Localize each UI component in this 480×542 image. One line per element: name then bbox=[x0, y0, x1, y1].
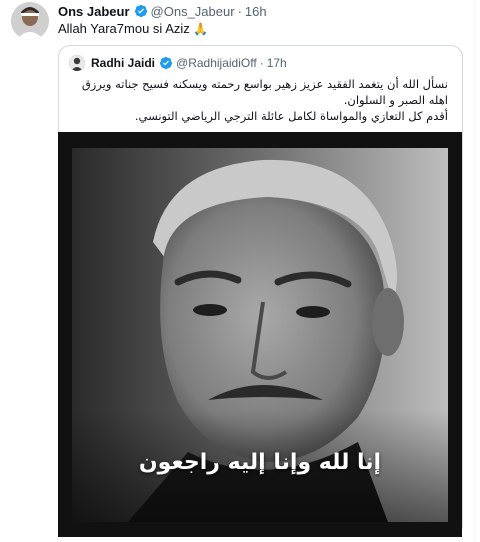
folded-hands-emoji: 🙏 bbox=[193, 22, 209, 36]
quoted-tweet-text: نسأل الله أن يتغمد الفقيد عزيز زهير بواس… bbox=[68, 76, 448, 124]
quoted-separator-dot: · bbox=[259, 56, 264, 70]
author-name[interactable]: Ons Jabeur bbox=[58, 4, 130, 19]
author-handle[interactable]: @Ons_Jabeur bbox=[151, 4, 235, 19]
quoted-verified-badge-icon bbox=[159, 56, 173, 70]
quoted-tweet-photo[interactable]: إنا لله وإنا إليه راجعون bbox=[58, 132, 462, 537]
tweet-header: Ons Jabeur @Ons_Jabeur · 16h bbox=[58, 2, 267, 20]
quoted-text-line-3: أقدم كل التعازي والمواساة لكامل عائلة ال… bbox=[134, 109, 448, 123]
quoted-author-name: Radhi Jaidi bbox=[91, 56, 156, 70]
tweet-text: Allah Yara7mou si Aziz 🙏 bbox=[58, 21, 208, 36]
portrait-photo bbox=[72, 148, 448, 522]
quoted-text-line-2: اهله الصبر و السلوان. bbox=[343, 93, 448, 107]
avatar-image bbox=[11, 2, 49, 40]
verified-badge-icon bbox=[134, 4, 147, 18]
tweet-time[interactable]: 16h bbox=[245, 4, 267, 19]
tweet-text-content: Allah Yara7mou si Aziz bbox=[58, 21, 190, 36]
quoted-text-line-1: نسأل الله أن يتغمد الفقيد عزيز زهير بواس… bbox=[81, 77, 448, 91]
tweet[interactable]: Ons Jabeur @Ons_Jabeur · 16h Allah Yara7… bbox=[0, 0, 480, 542]
quoted-avatar-image bbox=[69, 55, 85, 71]
quoted-tweet-time: 17h bbox=[266, 56, 287, 70]
column-divider bbox=[474, 0, 475, 542]
quoted-tweet-header: Radhi Jaidi @RadhijaidiOff · 17h bbox=[69, 54, 287, 72]
quoted-author-handle: @RadhijaidiOff bbox=[176, 56, 257, 70]
separator-dot: · bbox=[237, 3, 242, 19]
photo-caption: إنا لله وإنا إليه راجعون bbox=[138, 450, 382, 475]
quoted-author-avatar bbox=[69, 55, 85, 71]
author-avatar[interactable] bbox=[11, 2, 49, 40]
